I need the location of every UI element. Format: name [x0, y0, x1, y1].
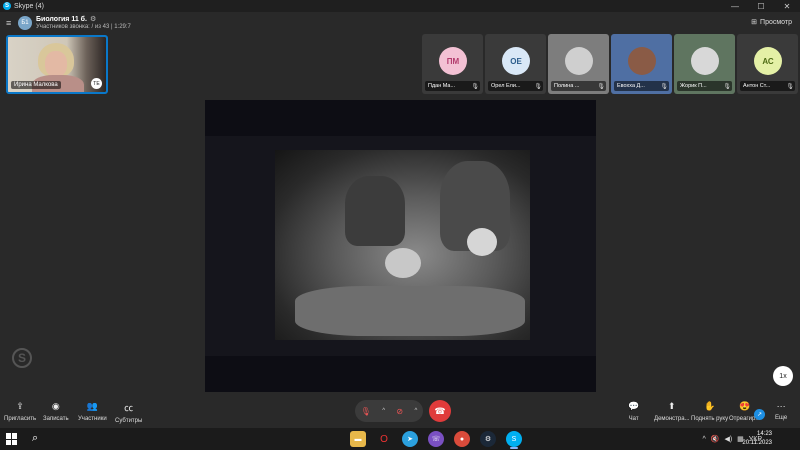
- group-avatar[interactable]: Б1: [18, 16, 32, 30]
- mic-muted-icon: 🎙: [471, 84, 479, 90]
- participants-button[interactable]: 👥 Участники: [78, 401, 107, 422]
- participant-tile[interactable]: Жорик П... 🎙: [674, 34, 735, 94]
- speaker-muted-icon[interactable]: 🔇: [711, 435, 720, 443]
- taskbar-clock[interactable]: 14:23 20.11.2023: [742, 430, 772, 448]
- reaction-emoji-icon: 😍: [739, 401, 751, 411]
- captions-icon: ㏄: [124, 403, 134, 413]
- participant-tile[interactable]: ОЕ Орел Ели... 🎙: [485, 34, 546, 94]
- windows-taskbar: ⌕ ▬ O ➤ ☏ ● ⚙ S ^ 🔇 ◀) ▦ УКР 14:23 20.11…: [0, 428, 800, 450]
- raise-hand-button[interactable]: ✋ Поднять руку: [691, 401, 728, 422]
- opera-icon[interactable]: O: [376, 431, 392, 447]
- mic-off-icon[interactable]: 🎙: [361, 407, 371, 416]
- subtitles-label: Субтитры: [115, 418, 143, 424]
- participant-strip: ПМ Пдан Ма... 🎙 ОЕ Орел Ели... 🎙 Полина …: [422, 34, 800, 94]
- mic-muted-icon: 🎙: [723, 84, 731, 90]
- window-controls: — ☐ ✕: [722, 0, 800, 12]
- film-blanket: [295, 286, 525, 336]
- group-title-text: Биология 11 б.: [36, 16, 87, 23]
- participant-avatar: ПМ: [439, 47, 467, 75]
- more-button[interactable]: ··· Еще: [775, 401, 787, 421]
- skype-logo-icon: S: [3, 2, 11, 10]
- film-baby: [467, 228, 497, 256]
- participant-tile[interactable]: ПМ Пдан Ма... 🎙: [422, 34, 483, 94]
- raise-hand-label: Поднять руку: [691, 416, 729, 422]
- skype-watermark-icon: S: [12, 348, 32, 368]
- self-video-tile[interactable]: Ирина Малкова ТЕ: [6, 35, 108, 94]
- record-icon: ◉: [51, 401, 60, 411]
- call-header: ≡ Б1 Биология 11 б. ⚙ Участников звонка: …: [0, 12, 800, 34]
- start-windows-icon[interactable]: [6, 433, 18, 445]
- invite-button[interactable]: ⇪ Пригласить: [4, 401, 36, 422]
- mic-muted-icon: 🎙: [786, 84, 794, 90]
- participant-avatar: [691, 47, 719, 75]
- subtitles-button[interactable]: ㏄ Субтитры: [115, 401, 142, 424]
- camera-off-icon[interactable]: ⊘: [396, 407, 403, 416]
- file-explorer-icon[interactable]: ▬: [350, 431, 366, 447]
- mic-muted-icon: 🎙: [534, 84, 542, 90]
- participant-avatar: [565, 47, 593, 75]
- screen-share-view[interactable]: [205, 100, 596, 392]
- participant-face: [45, 51, 67, 77]
- speaker-icon[interactable]: ◀): [724, 435, 732, 443]
- raise-hand-icon: ✋: [703, 401, 716, 411]
- clock-time: 14:23: [756, 431, 772, 437]
- chevron-up-icon[interactable]: ^: [382, 408, 385, 414]
- participant-avatar: ОЕ: [502, 47, 530, 75]
- participant-tile[interactable]: Полина ... 🎙: [548, 34, 609, 94]
- mic-muted-icon: 🎙: [597, 84, 605, 90]
- self-name-tag: Ирина Малкова: [11, 81, 61, 89]
- film-figure: [345, 176, 405, 246]
- media-toggle-group: 🎙 ^ ⊘ ^: [355, 400, 423, 422]
- minimize-button[interactable]: —: [722, 0, 748, 12]
- steam-icon[interactable]: ⚙: [480, 431, 496, 447]
- chat-icon: 💬: [628, 401, 640, 411]
- call-subtitle: Участников звонка: / из 43 | 1:29:7: [36, 24, 131, 30]
- clock-date: 20.11.2023: [742, 440, 772, 446]
- notification-badge: ↗: [754, 409, 765, 420]
- participant-tile[interactable]: АС Антон Ст... 🎙: [737, 34, 798, 94]
- participants-icon: 👥: [86, 401, 98, 411]
- zoom-level-button[interactable]: 1x: [773, 366, 793, 386]
- taskbar-apps: ▬ O ➤ ☏ ● ⚙ S: [350, 431, 522, 449]
- share-screen-icon: ⬆: [668, 401, 676, 411]
- telegram-icon[interactable]: ➤: [402, 431, 418, 447]
- self-badge: ТЕ: [91, 78, 102, 89]
- chat-label: Чат: [628, 416, 639, 422]
- chat-button[interactable]: 💬 Чат: [628, 401, 639, 422]
- settings-icon[interactable]: ⚙: [90, 16, 96, 23]
- viber-icon[interactable]: ☏: [428, 431, 444, 447]
- share-screen-button[interactable]: ⬆ Демонстра...: [654, 401, 690, 422]
- participant-avatar: АС: [754, 47, 782, 75]
- record-button[interactable]: ◉ Записать: [43, 401, 69, 422]
- shared-video-frame: [205, 136, 596, 356]
- more-dots-icon: ···: [776, 401, 786, 411]
- search-icon[interactable]: ⌕: [32, 432, 38, 445]
- maximize-button[interactable]: ☐: [748, 0, 774, 12]
- hang-up-button[interactable]: ☎: [429, 400, 451, 422]
- share-out-icon: ⇪: [16, 401, 24, 411]
- window-titlebar: S Skype (4) — ☐ ✕: [0, 0, 800, 12]
- grid-view-icon: ⊞: [751, 19, 758, 26]
- participant-tile[interactable]: Евохха Д... 🎙: [611, 34, 672, 94]
- app-title: Skype (4): [14, 2, 44, 10]
- chevron-up-icon[interactable]: ^: [702, 436, 705, 443]
- record-label: Записать: [43, 416, 69, 422]
- close-button[interactable]: ✕: [774, 0, 800, 12]
- participants-label: Участники: [78, 416, 107, 422]
- more-label: Еще: [775, 415, 788, 421]
- group-title[interactable]: Биология 11 б. ⚙: [36, 15, 96, 23]
- chrome-icon[interactable]: ●: [454, 431, 470, 447]
- call-control-bar: ⇪ Пригласить ◉ Записать 👥 Участники ㏄ Су…: [0, 395, 800, 428]
- invite-label: Пригласить: [4, 416, 37, 422]
- chevron-up-icon[interactable]: ^: [414, 408, 417, 414]
- mic-muted-icon: 🎙: [660, 84, 668, 90]
- view-mode-label: Просмотр: [760, 18, 792, 26]
- participant-avatar: [628, 47, 656, 75]
- skype-taskbar-icon[interactable]: S: [506, 431, 522, 449]
- film-baby: [385, 248, 421, 278]
- view-mode-button[interactable]: ⊞ Просмотр: [751, 18, 792, 27]
- share-screen-label: Демонстра...: [654, 416, 690, 422]
- hamburger-menu-icon[interactable]: ≡: [6, 18, 11, 28]
